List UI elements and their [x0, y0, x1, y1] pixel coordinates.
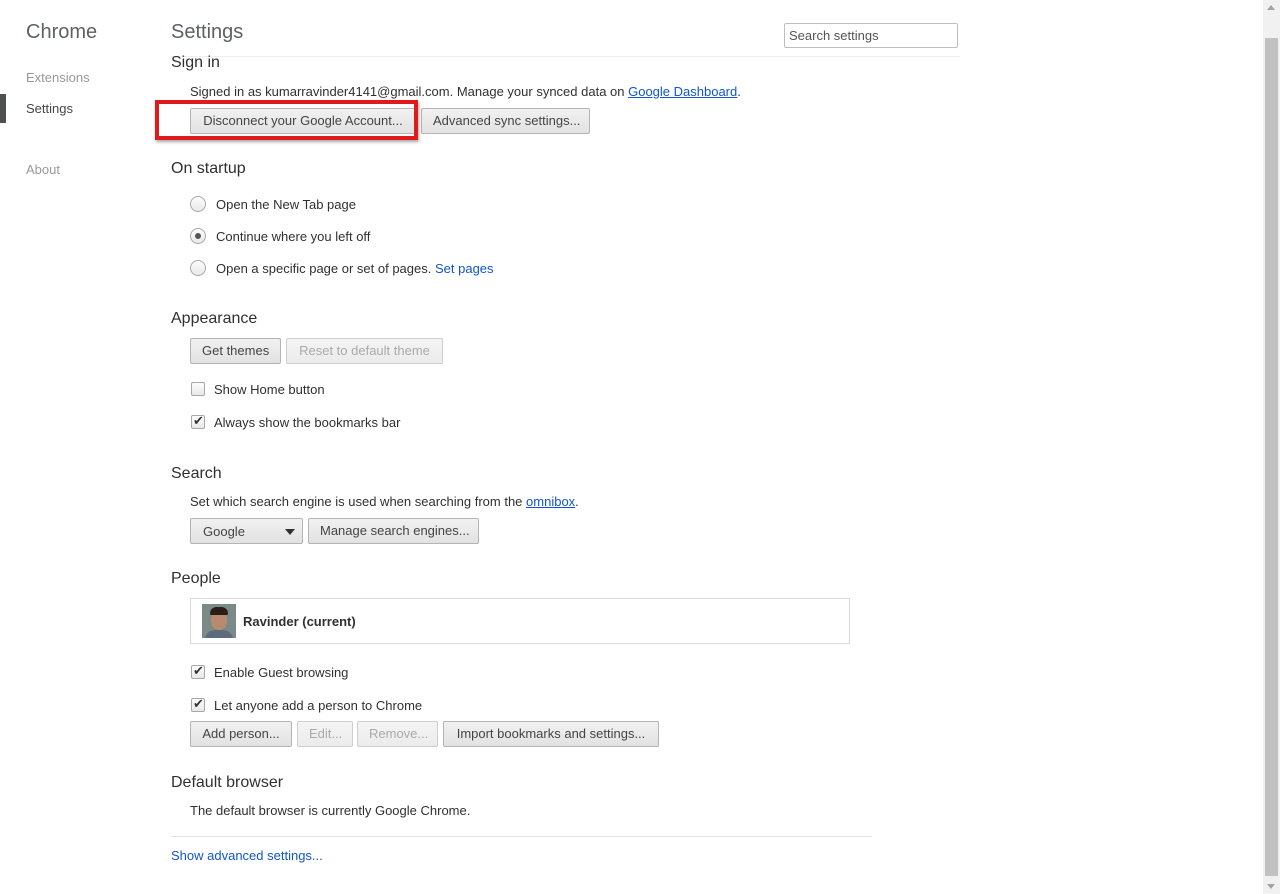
- show-home-button-label: Show Home button: [214, 382, 325, 397]
- profile-list: Ravinder (current): [190, 598, 850, 644]
- manage-search-engines-button[interactable]: Manage search engines...: [308, 518, 479, 544]
- add-person-button[interactable]: Add person...: [190, 721, 292, 747]
- radio-specific-pages-label: Open a specific page or set of pages.: [216, 261, 432, 276]
- show-advanced-settings-link[interactable]: Show advanced settings...: [171, 848, 323, 863]
- checkmark-icon: ✔: [193, 663, 204, 678]
- scroll-down-arrow-icon[interactable]: [1267, 884, 1275, 889]
- section-title-people: People: [171, 570, 221, 587]
- google-dashboard-link[interactable]: Google Dashboard: [628, 84, 737, 99]
- guest-browsing-label: Enable Guest browsing: [214, 665, 349, 680]
- sidebar-item-extensions[interactable]: Extensions: [26, 70, 90, 85]
- search-engine-value: Google: [203, 524, 245, 539]
- chrome-brand: Chrome: [26, 21, 98, 43]
- signin-status-text: Signed in as kumarravinder4141@gmail.com…: [190, 84, 741, 99]
- get-themes-button[interactable]: Get themes: [190, 338, 281, 364]
- radio-specific-pages[interactable]: [190, 260, 206, 276]
- search-description: Set which search engine is used when sea…: [190, 494, 579, 509]
- section-title-startup: On startup: [171, 160, 246, 177]
- header-divider: [171, 56, 960, 57]
- bookmarks-bar-label: Always show the bookmarks bar: [214, 415, 401, 430]
- let-anyone-add-checkbox[interactable]: ✔: [191, 696, 205, 712]
- radio-specific-pages-row: Open a specific page or set of pages. Se…: [216, 261, 494, 276]
- radio-continue-label: Continue where you left off: [216, 229, 371, 244]
- page-title: Settings: [171, 21, 244, 43]
- sidebar-item-about[interactable]: About: [26, 162, 60, 177]
- set-pages-link[interactable]: Set pages: [435, 261, 494, 276]
- radio-continue[interactable]: [190, 228, 206, 244]
- reset-theme-button[interactable]: Reset to default theme: [286, 338, 443, 364]
- sidebar: Chrome Extensions Settings About: [0, 0, 150, 894]
- advanced-sync-button[interactable]: Advanced sync settings...: [421, 108, 590, 134]
- let-anyone-add-label: Let anyone add a person to Chrome: [214, 698, 423, 713]
- scroll-up-arrow-icon[interactable]: [1267, 5, 1275, 10]
- signin-text-end: .: [737, 84, 741, 99]
- profile-name[interactable]: Ravinder (current): [243, 614, 356, 629]
- sidebar-item-settings[interactable]: Settings: [26, 101, 73, 116]
- omnibox-link[interactable]: omnibox: [526, 494, 575, 509]
- show-home-button-checkbox[interactable]: [191, 382, 205, 396]
- default-browser-text: The default browser is currently Google …: [190, 803, 471, 818]
- section-title-signin: Sign in: [171, 54, 220, 71]
- section-title-search: Search: [171, 465, 222, 482]
- footer-divider: [171, 836, 872, 837]
- section-title-default-browser: Default browser: [171, 774, 284, 791]
- avatar: [202, 604, 236, 638]
- radio-new-tab[interactable]: [190, 196, 206, 212]
- section-title-appearance: Appearance: [171, 310, 258, 327]
- guest-browsing-checkbox[interactable]: ✔: [191, 663, 205, 679]
- search-text-end: .: [575, 494, 579, 509]
- bookmarks-bar-checkbox[interactable]: ✔: [191, 413, 205, 429]
- edit-person-button[interactable]: Edit...: [297, 721, 353, 747]
- scrollbar[interactable]: [1263, 0, 1280, 894]
- checkmark-icon: ✔: [193, 696, 204, 711]
- checkmark-icon: ✔: [193, 413, 204, 428]
- import-bookmarks-button[interactable]: Import bookmarks and settings...: [443, 721, 659, 747]
- search-settings-input[interactable]: [784, 23, 958, 48]
- remove-person-button[interactable]: Remove...: [357, 721, 438, 747]
- dropdown-arrow-icon: [285, 529, 295, 535]
- highlight-annotation: [155, 100, 418, 140]
- radio-new-tab-label: Open the New Tab page: [216, 197, 356, 212]
- scrollbar-thumb[interactable]: [1265, 38, 1278, 876]
- active-nav-marker: [0, 94, 6, 123]
- search-engine-select[interactable]: Google: [190, 518, 303, 544]
- signin-text: Signed in as kumarravinder4141@gmail.com…: [190, 84, 629, 99]
- search-text: Set which search engine is used when sea…: [190, 494, 527, 509]
